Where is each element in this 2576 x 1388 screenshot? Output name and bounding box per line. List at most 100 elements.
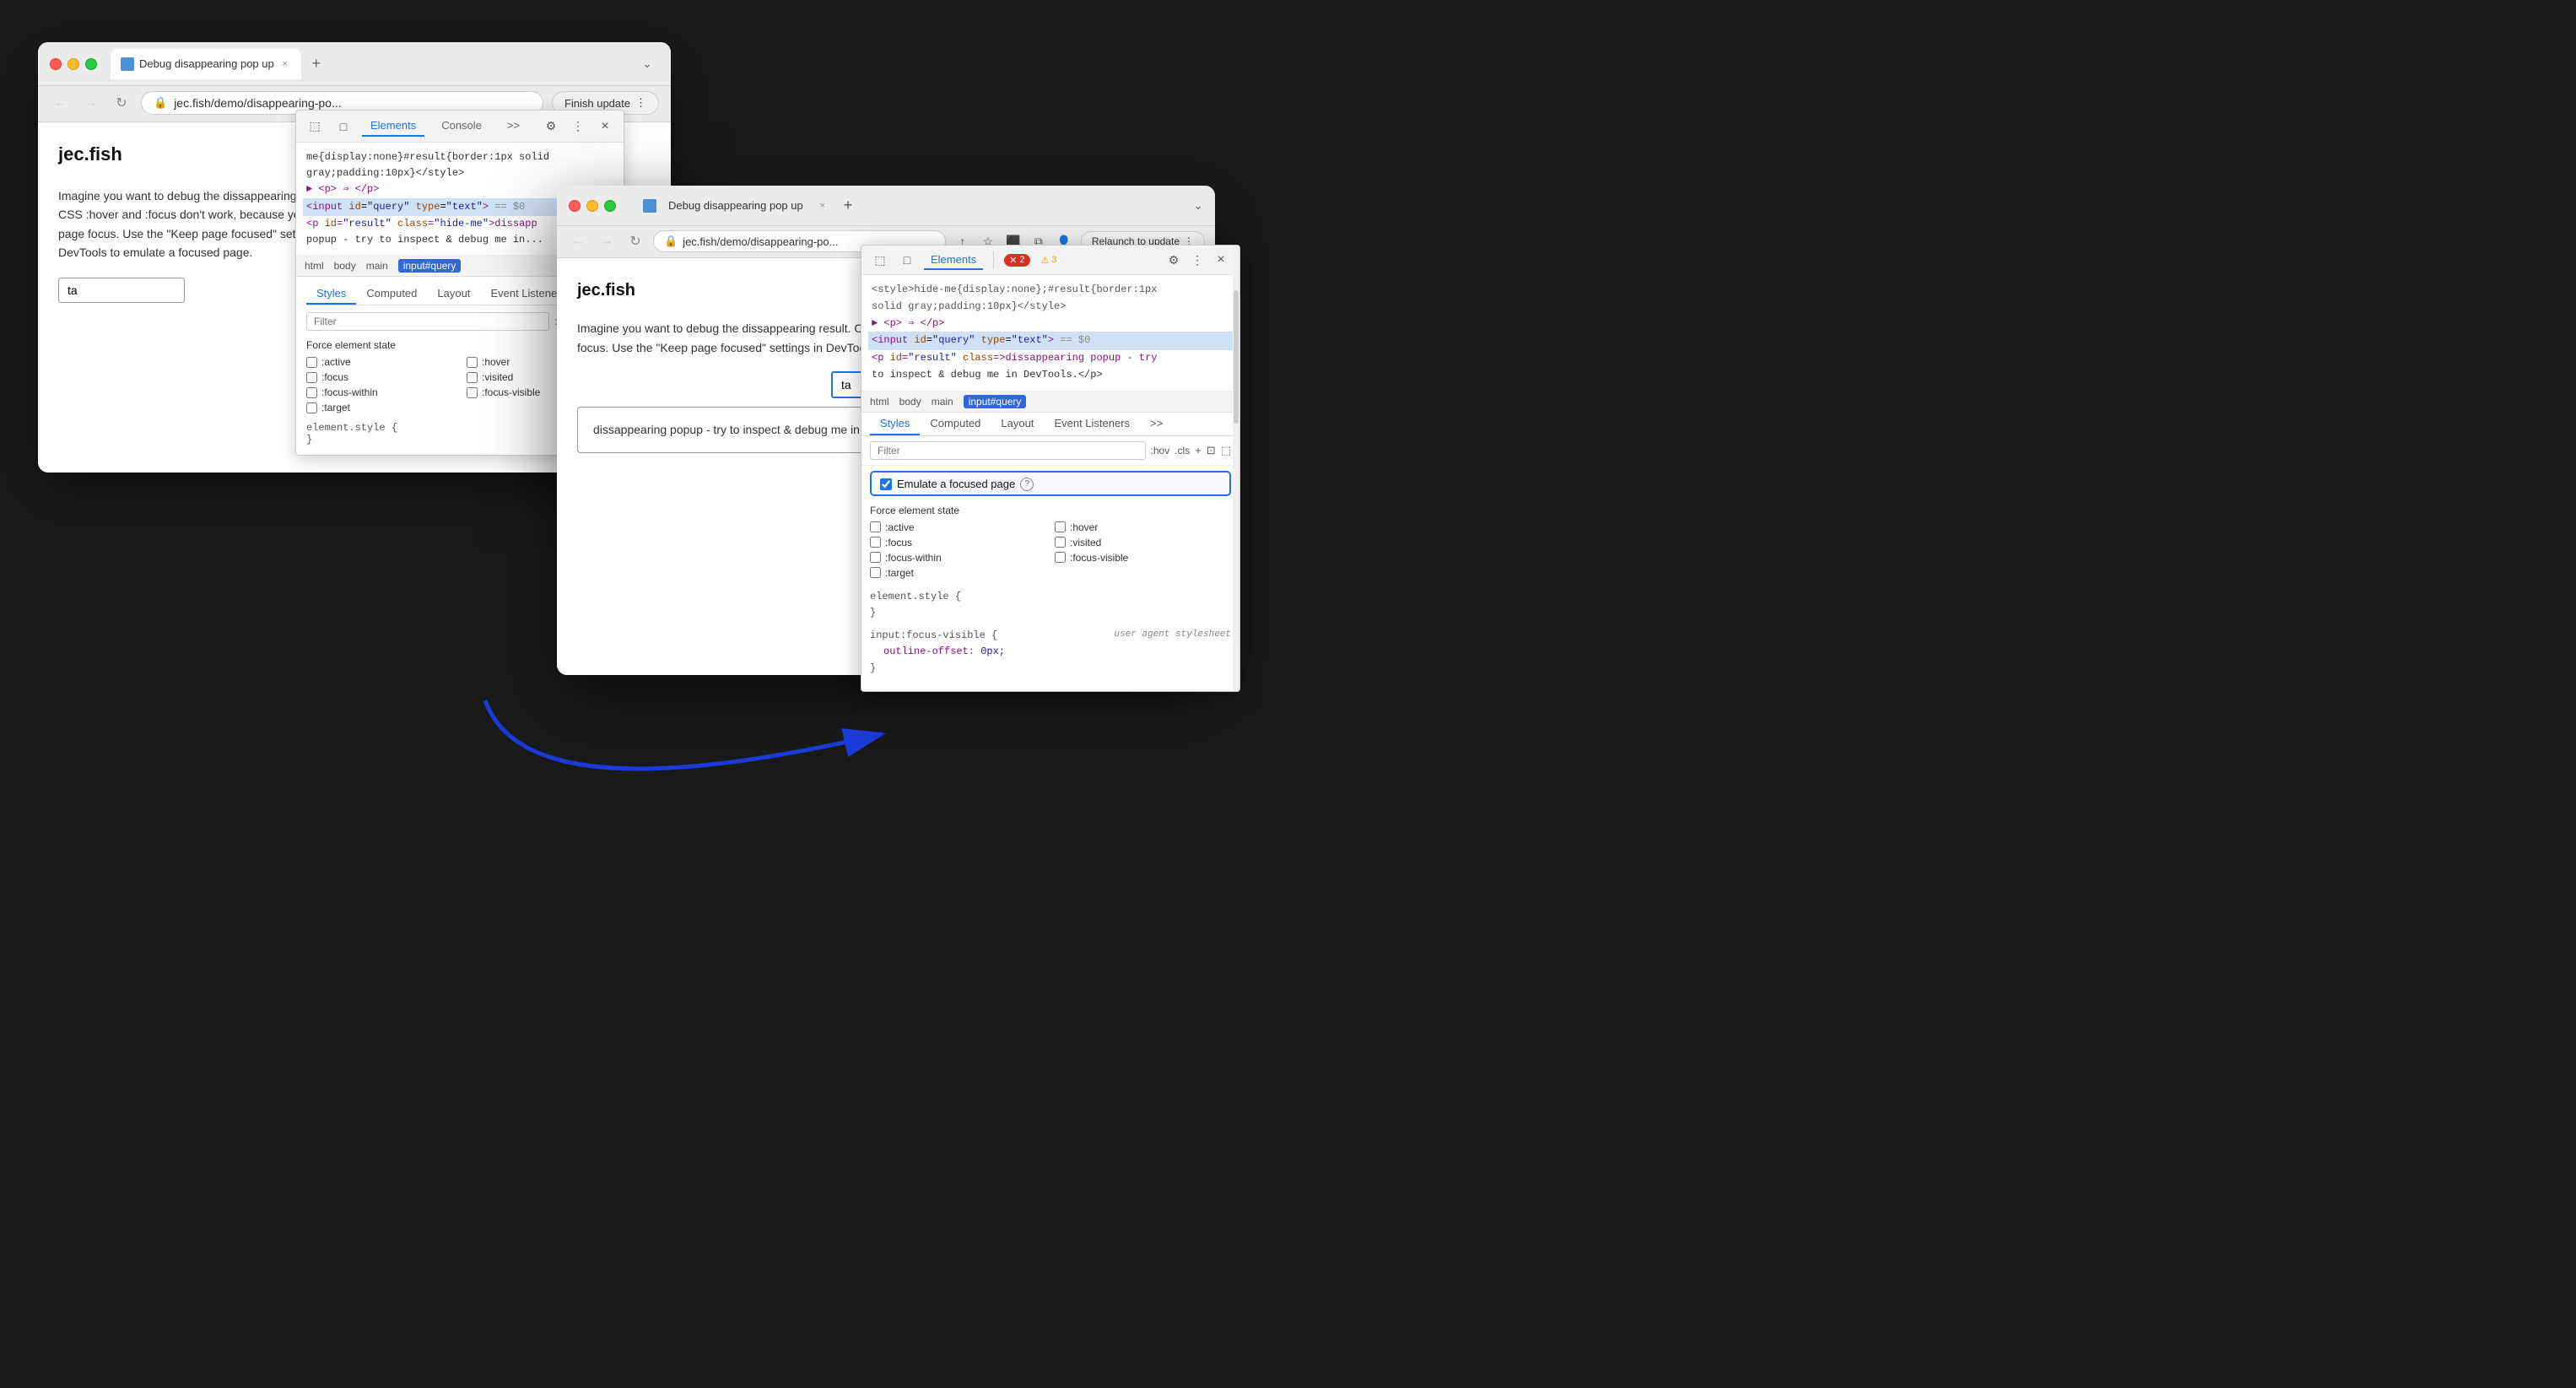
breadcrumb-body-1[interactable]: body	[334, 260, 356, 272]
dt2-styles-tabs: Styles Computed Layout Event Listeners >…	[861, 413, 1239, 436]
dt2-hov-tag[interactable]: :hov	[1151, 445, 1170, 456]
tab-close-2[interactable]: ×	[817, 200, 829, 212]
dt2-checkbox-target-input[interactable]	[870, 567, 881, 578]
forward-button-1[interactable]: →	[80, 92, 102, 114]
emulate-focused-row[interactable]: Emulate a focused page ?	[870, 471, 1231, 496]
titlebar-2: Debug disappearing pop up × + ⌄	[557, 186, 1215, 226]
search-input-1[interactable]	[58, 278, 185, 303]
styles-tab-1[interactable]: Styles	[306, 284, 356, 305]
dt2-breadcrumb-input[interactable]: input#query	[964, 395, 1027, 408]
checkbox-target-input-1[interactable]	[306, 402, 317, 413]
dt2-more-tabs[interactable]: >>	[1140, 413, 1173, 435]
lock-icon-1: 🔒	[154, 96, 167, 110]
dt2-breadcrumb-main[interactable]: main	[932, 396, 953, 408]
emulate-help-icon[interactable]: ?	[1020, 478, 1034, 491]
emulate-focused-checkbox[interactable]	[880, 478, 892, 490]
dt2-layout-icon[interactable]: ⊡	[1207, 444, 1216, 457]
dt2-breadcrumb-body[interactable]: body	[899, 396, 921, 408]
breadcrumb-html-1[interactable]: html	[305, 260, 324, 272]
dt2-checkbox-focus-visible-input[interactable]	[1055, 552, 1066, 563]
reload-button-2[interactable]: ↻	[624, 230, 646, 252]
dt2-checkbox-focus[interactable]: :focus	[870, 537, 1046, 548]
breadcrumb-input-1[interactable]: input#query	[398, 259, 462, 273]
checkbox-focus-input-1[interactable]	[306, 372, 317, 383]
more-icon-2[interactable]: ⋮	[1187, 250, 1207, 270]
tab-more-1[interactable]: >>	[499, 116, 528, 137]
tab-elements-1[interactable]: Elements	[362, 116, 424, 137]
filter-input-1[interactable]	[306, 312, 549, 331]
code-line-1e: popup - try to inspect & debug me in...	[306, 234, 543, 246]
checkbox-focus-1[interactable]: :focus	[306, 371, 453, 383]
dt2-eq-s0: == $0	[1060, 334, 1090, 346]
reload-button-1[interactable]: ↻	[111, 92, 132, 114]
tab-close-1[interactable]: ×	[279, 58, 291, 70]
tab-elements-2[interactable]: Elements	[924, 251, 983, 270]
checkbox-focus-visible-input-1[interactable]	[467, 387, 478, 398]
settings-icon-1[interactable]: ⚙	[541, 116, 561, 137]
devtools-close-2[interactable]: ×	[1211, 250, 1231, 270]
dt2-checkbox-hover-input[interactable]	[1055, 521, 1066, 532]
dt2-code-line2: solid gray;padding:10px}</style>	[872, 300, 1066, 312]
dt2-cls-tag[interactable]: .cls	[1175, 445, 1190, 456]
dt2-checkbox-focus-within-input[interactable]	[870, 552, 881, 563]
new-tab-button-2[interactable]: +	[844, 197, 853, 214]
maximize-button-1[interactable]	[85, 58, 97, 70]
dt2-layout-tab[interactable]: Layout	[991, 413, 1044, 435]
back-button-1[interactable]: ←	[50, 92, 72, 114]
new-tab-button-1[interactable]: +	[305, 52, 328, 76]
dt2-checkbox-focus-within[interactable]: :focus-within	[870, 552, 1046, 564]
dt2-scrollbar[interactable]	[1233, 246, 1239, 691]
checkbox-active-1[interactable]: :active	[306, 356, 453, 368]
dt2-computed-tab[interactable]: Computed	[920, 413, 991, 435]
inspect-icon-2[interactable]: ⬚	[870, 250, 890, 270]
dt2-styles-tab[interactable]: Styles	[870, 413, 920, 435]
dt2-val-text: "text"	[1012, 334, 1048, 346]
close-button-1[interactable]	[50, 58, 62, 70]
dt2-checkbox-active[interactable]: :active	[870, 521, 1046, 533]
checkbox-active-input-1[interactable]	[306, 357, 317, 368]
checkbox-hover-input-1[interactable]	[467, 357, 478, 368]
computed-tab-1[interactable]: Computed	[356, 284, 427, 305]
dt2-checkbox-target[interactable]: :target	[870, 567, 1046, 579]
dt2-checkbox-visited-input[interactable]	[1055, 537, 1066, 548]
devtools-panel-2: ⬚ □ Elements ✕ 2 ⚠ 3 ⚙ ⋮ × <style>hide-m…	[861, 245, 1240, 692]
devtools-close-1[interactable]: ×	[595, 116, 615, 137]
more-icon-1[interactable]: ⋮	[568, 116, 588, 137]
dt2-checkbox-focus-input[interactable]	[870, 537, 881, 548]
breadcrumb-main-1[interactable]: main	[366, 260, 388, 272]
settings-icon-2[interactable]: ⚙	[1164, 250, 1184, 270]
lock-icon-2: 🔒	[664, 235, 678, 248]
breadcrumb-2: html body main input#query	[861, 392, 1239, 413]
active-tab-1[interactable]: Debug disappearing pop up ×	[111, 49, 301, 79]
dt2-checkbox-active-input[interactable]	[870, 521, 881, 532]
tab-console-1[interactable]: Console	[433, 116, 490, 137]
forward-button-2[interactable]: →	[596, 230, 618, 252]
dt2-checkbox-visited[interactable]: :visited	[1055, 537, 1231, 548]
tab-dropdown-2[interactable]: ⌄	[1193, 198, 1203, 213]
maximize-button-2[interactable]	[604, 200, 616, 212]
back-button-2[interactable]: ←	[567, 230, 589, 252]
dt2-event-listeners-tab[interactable]: Event Listeners	[1044, 413, 1140, 435]
dt2-scrollbar-thumb[interactable]	[1234, 290, 1239, 424]
minimize-button-2[interactable]	[586, 200, 598, 212]
checkbox-visited-input-1[interactable]	[467, 372, 478, 383]
checkbox-focus-within-input-1[interactable]	[306, 387, 317, 398]
url-text-2: jec.fish/demo/disappearing-po...	[683, 235, 838, 248]
dt2-paint-icon[interactable]: ⬚	[1221, 444, 1231, 457]
checkbox-focus-within-1[interactable]: :focus-within	[306, 386, 453, 398]
dt2-plus-icon[interactable]: +	[1195, 444, 1202, 456]
close-button-2[interactable]	[569, 200, 581, 212]
layout-tab-1[interactable]: Layout	[427, 284, 480, 305]
dt2-checkbox-focus-visible[interactable]: :focus-visible	[1055, 552, 1231, 564]
checkbox-target-1[interactable]: :target	[306, 402, 453, 413]
dt2-checkbox-hover[interactable]: :hover	[1055, 521, 1231, 533]
device-icon-2-b[interactable]: □	[897, 250, 917, 270]
tab-dropdown-1[interactable]: ⌄	[635, 53, 659, 74]
dt2-breadcrumb-html[interactable]: html	[870, 396, 889, 408]
inspect-icon-1[interactable]: ⬚	[305, 116, 325, 137]
device-icon-1[interactable]: □	[333, 116, 354, 137]
minimize-button-1[interactable]	[68, 58, 79, 70]
dt2-code-highlighted[interactable]: <input id="query" type="text"> == $0	[868, 332, 1233, 350]
traffic-lights-1	[50, 58, 97, 70]
dt2-filter-input[interactable]	[870, 441, 1146, 460]
